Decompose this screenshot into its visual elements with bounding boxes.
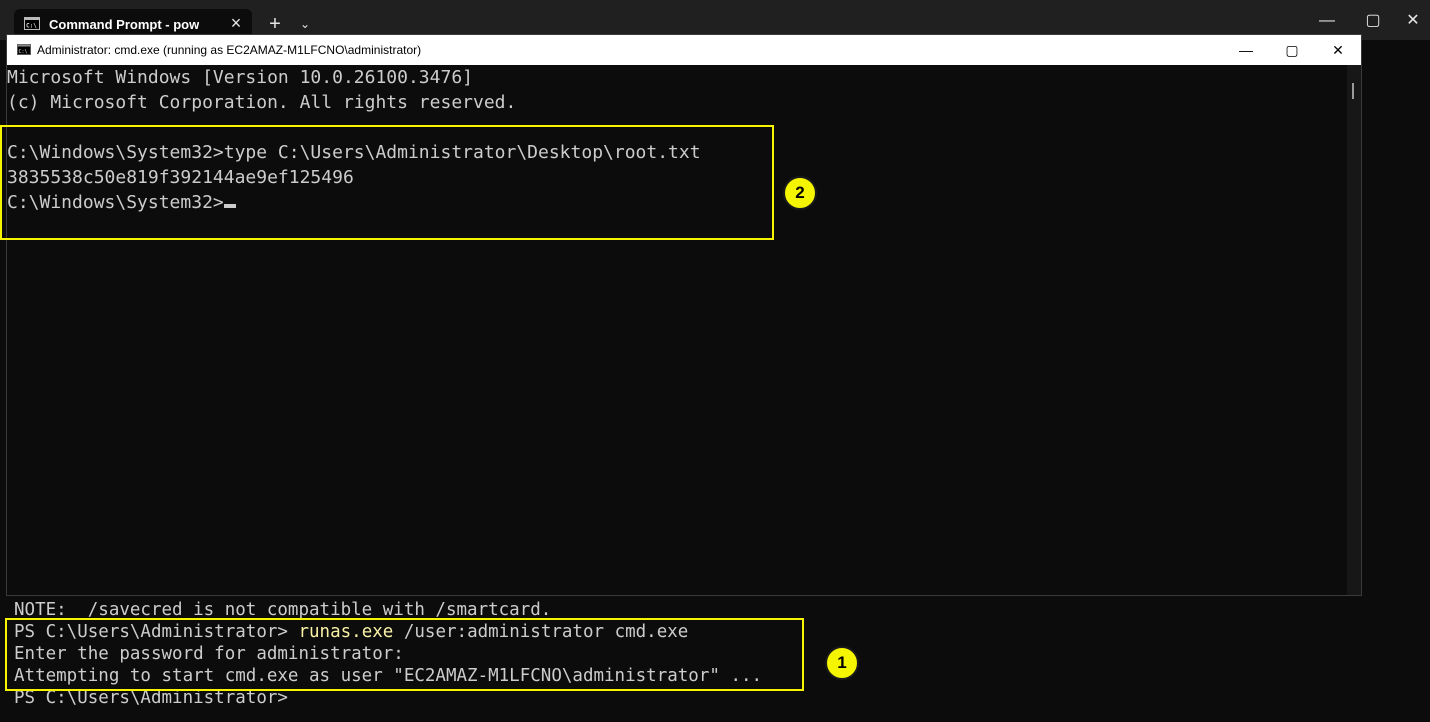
terminal-maximize-button[interactable]: ▢ [1350, 8, 1396, 34]
cmd-window-title: Administrator: cmd.exe (running as EC2AM… [37, 43, 422, 57]
cmd-line-version: Microsoft Windows [Version 10.0.26100.34… [7, 67, 473, 88]
cmd-titlebar[interactable]: C:\ Administrator: cmd.exe (running as E… [7, 35, 1361, 65]
terminal-minimize-button[interactable]: — [1304, 8, 1350, 34]
highlight-box-2 [0, 125, 774, 240]
cmd-window-icon: C:\ [17, 44, 31, 55]
cmd-maximize-button[interactable]: ▢ [1269, 35, 1315, 65]
tab-title: Command Prompt - powershe [49, 17, 199, 32]
annotation-badge-1: 1 [825, 646, 859, 680]
cmd-minimize-button[interactable]: — [1223, 35, 1269, 65]
cmd-line-copyright: (c) Microsoft Corporation. All rights re… [7, 92, 517, 113]
cmd-close-button[interactable]: ✕ [1315, 35, 1361, 65]
cmd-window: C:\ Administrator: cmd.exe (running as E… [6, 34, 1362, 596]
highlight-box-1 [5, 618, 804, 691]
svg-text:C:\: C:\ [19, 49, 28, 55]
cmd-scrollbar[interactable] [1347, 65, 1361, 595]
terminal-close-button[interactable]: ✕ [1396, 8, 1430, 34]
svg-text:C:\: C:\ [26, 23, 37, 30]
tab-close-icon[interactable]: × [226, 13, 246, 33]
cmd-scroll-thumb[interactable] [1352, 83, 1354, 99]
new-tab-button[interactable]: + [263, 12, 287, 36]
cmd-icon: C:\ [24, 17, 40, 30]
tab-dropdown-icon[interactable]: ⌄ [294, 12, 316, 36]
annotation-badge-2: 2 [783, 176, 817, 210]
